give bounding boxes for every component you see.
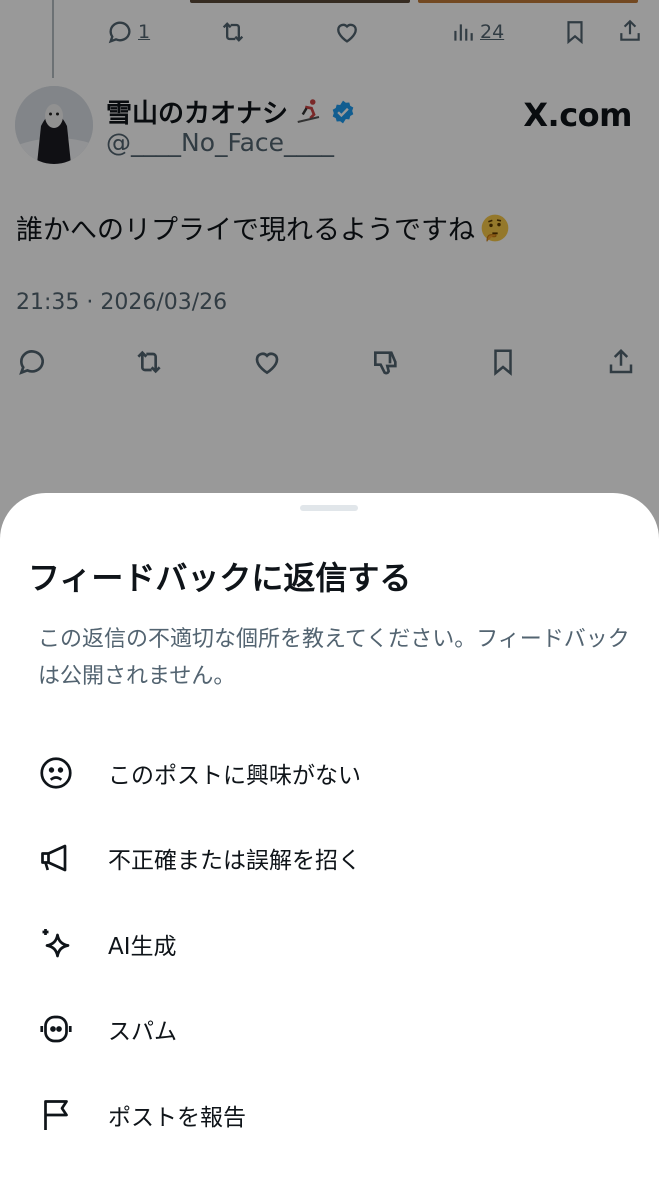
robot-icon <box>38 1011 74 1047</box>
menu-item-label: 不正確または誤解を招く <box>108 848 361 875</box>
menu-item-misleading[interactable]: 不正確または誤解を招く <box>0 816 659 902</box>
sheet-grabber[interactable] <box>300 505 358 511</box>
menu-item-spam[interactable]: スパム <box>0 987 659 1073</box>
sparkle-icon <box>38 926 74 962</box>
sheet-description: この返信の不適切な個所を教えてください。フィードバックは公開されません。 <box>38 627 630 689</box>
menu-item-label: スパム <box>108 1019 177 1046</box>
frown-face-icon <box>38 755 74 791</box>
megaphone-icon <box>38 840 74 876</box>
menu-item-label: ポストを報告 <box>108 1104 246 1131</box>
feedback-menu: このポストに興味がない 不正確または誤解を招く AI生成 スパム ポストを報告 <box>0 730 659 1158</box>
menu-item-label: このポストに興味がない <box>108 762 361 789</box>
menu-item-label: AI生成 <box>108 933 177 960</box>
sheet-title: フィードバックに返信する <box>28 559 412 597</box>
flag-icon <box>38 1097 74 1133</box>
menu-item-not-interested[interactable]: このポストに興味がない <box>0 730 659 816</box>
menu-item-ai-generated[interactable]: AI生成 <box>0 901 659 987</box>
menu-item-report-post[interactable]: ポストを報告 <box>0 1072 659 1158</box>
feedback-bottom-sheet: フィードバックに返信する この返信の不適切な個所を教えてください。フィードバック… <box>0 493 659 1200</box>
